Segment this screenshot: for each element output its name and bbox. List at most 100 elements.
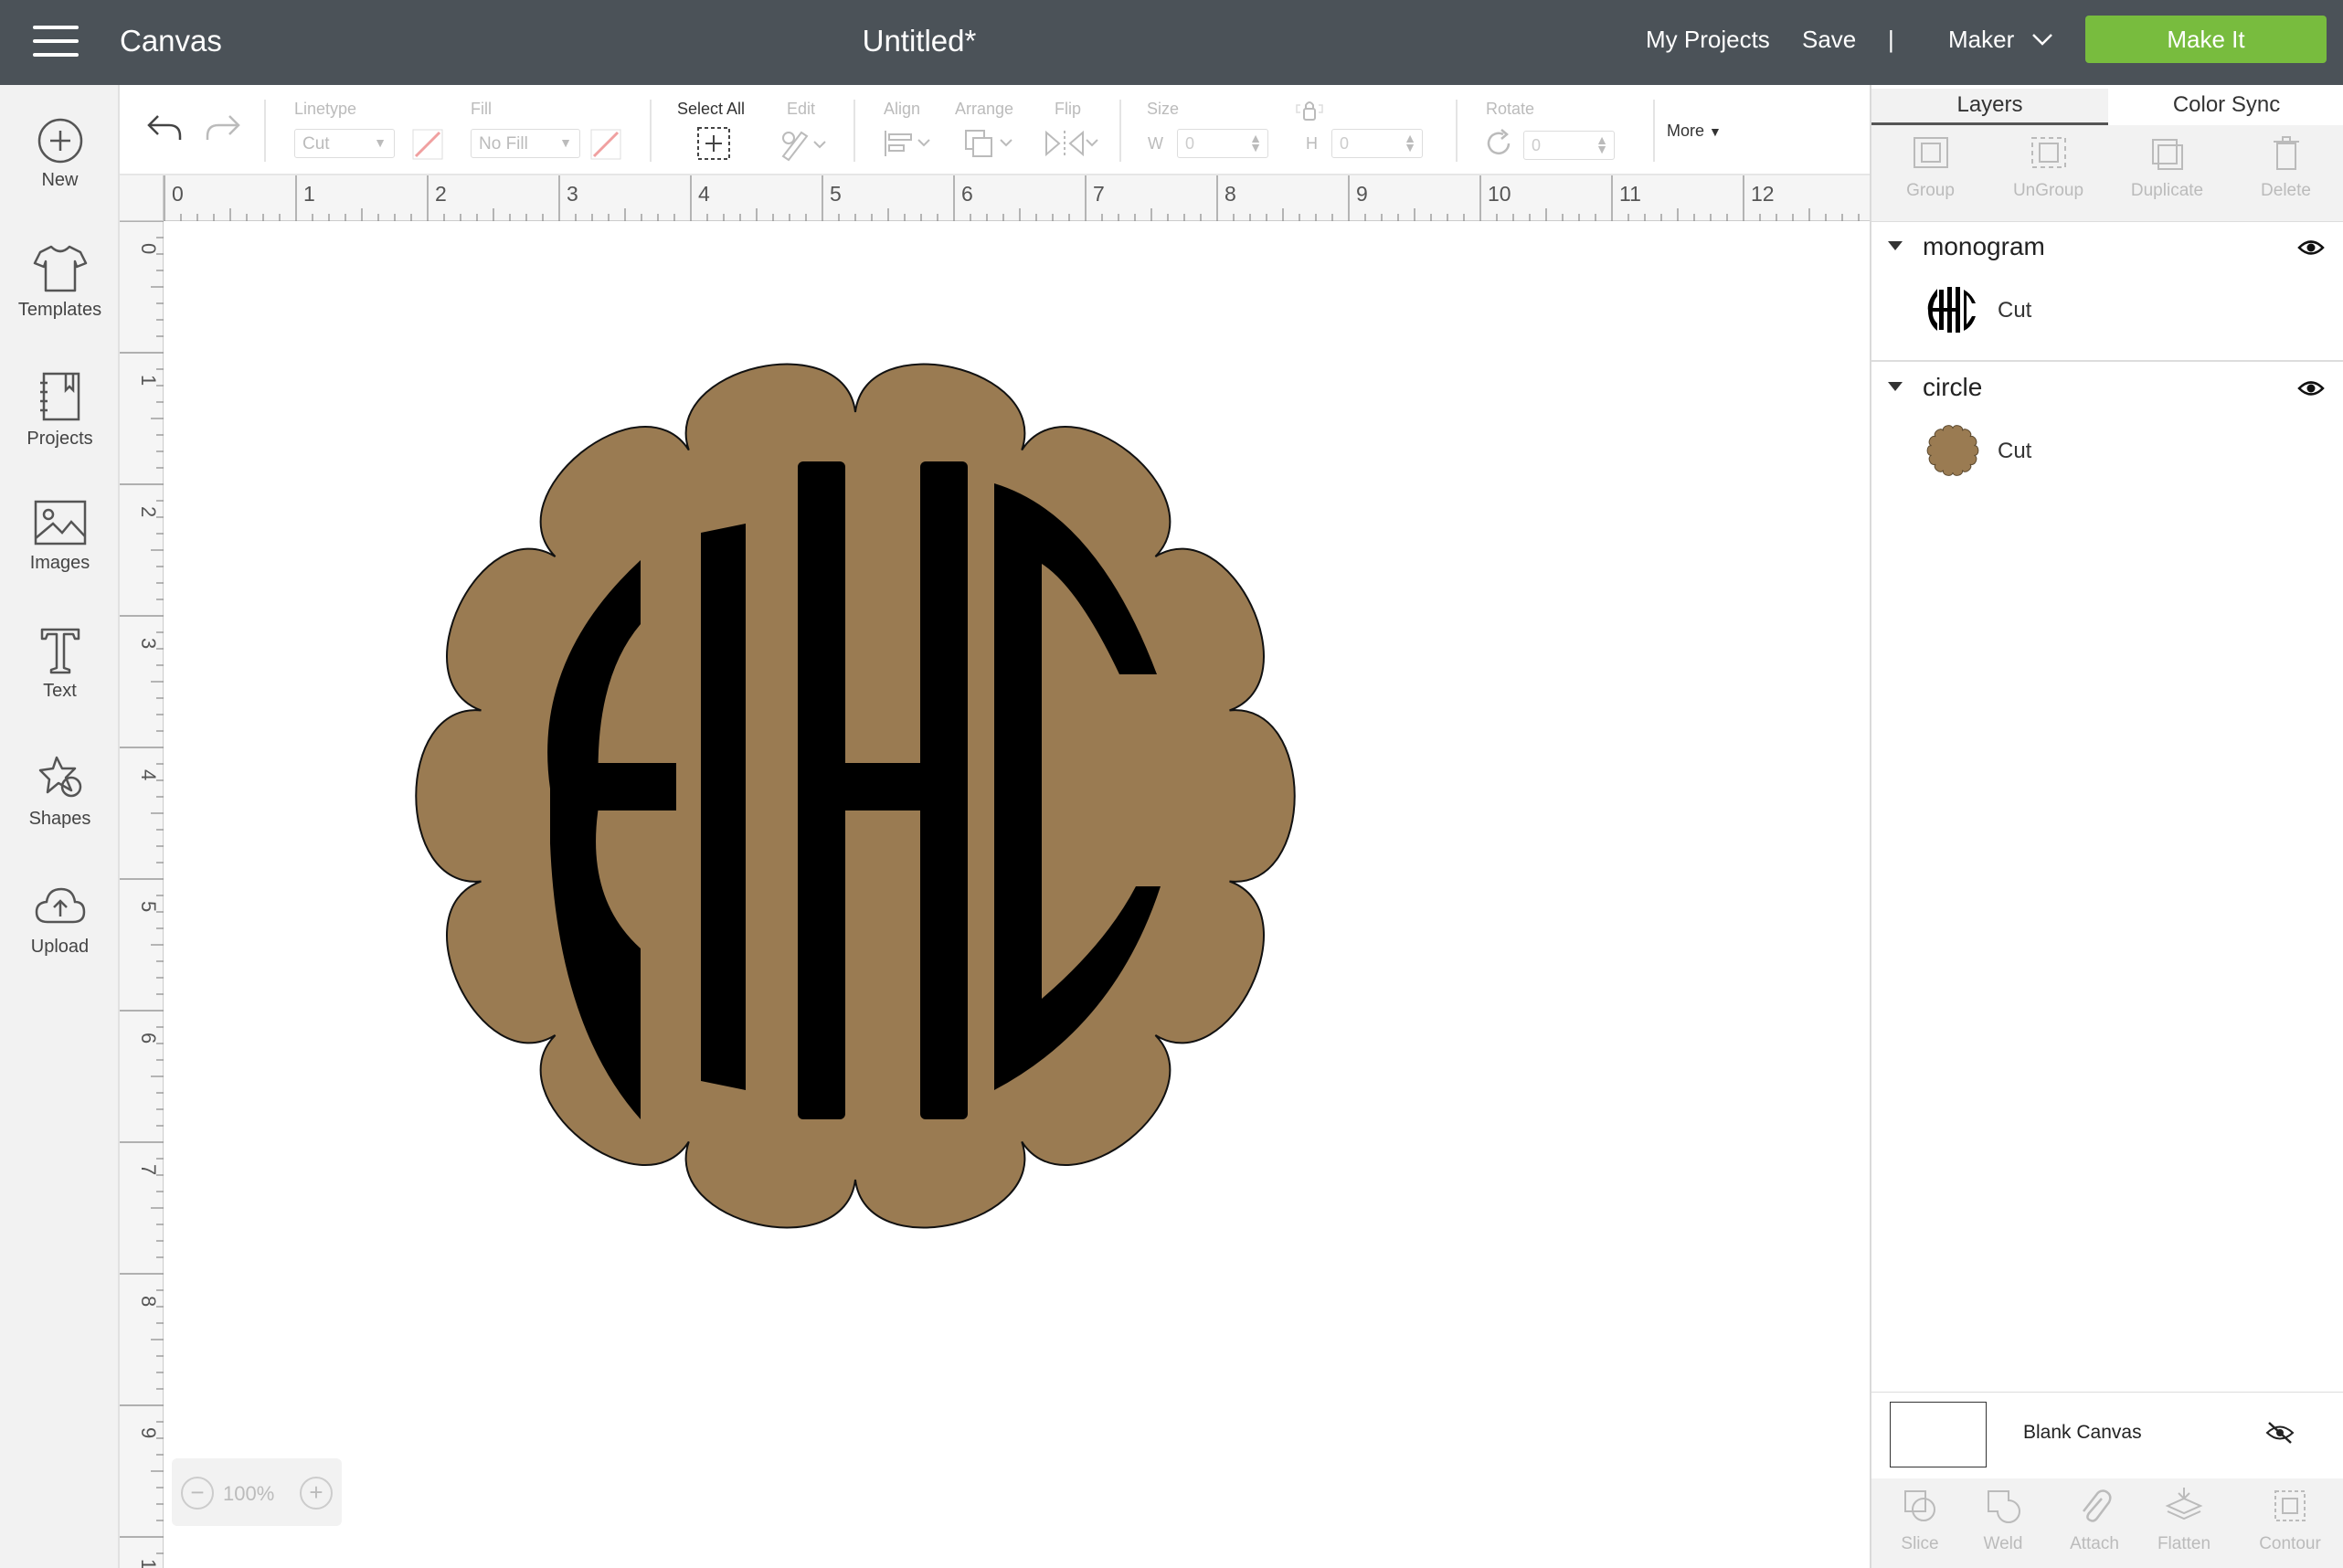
chevron-down-icon[interactable] — [2030, 27, 2054, 51]
flip-icon[interactable] — [1043, 127, 1101, 160]
weld-icon — [1988, 1490, 2020, 1523]
rotate-icon[interactable] — [1483, 127, 1516, 160]
more-label: More — [1667, 122, 1705, 140]
ruler-top-label: 9 — [1356, 182, 1368, 206]
contour-button[interactable]: Contour — [2246, 1478, 2334, 1554]
sidebar-item-upload[interactable]: Upload — [0, 882, 120, 991]
linetype-color-swatch[interactable] — [412, 129, 443, 160]
caret-down-icon[interactable] — [1888, 241, 1903, 250]
redo-icon[interactable] — [204, 111, 242, 143]
ruler-top-label: 4 — [698, 182, 710, 206]
blank-canvas-swatch[interactable] — [1890, 1402, 1987, 1467]
flatten-button[interactable]: Flatten — [2140, 1478, 2228, 1554]
tab-layers[interactable]: Layers — [1871, 89, 2108, 125]
ruler-top-label: 3 — [567, 182, 578, 206]
linetype-select[interactable]: Cut ▼ — [294, 129, 395, 158]
sidebar-item-text[interactable]: Text — [0, 626, 120, 736]
more-menu[interactable]: More ▼ — [1667, 122, 1722, 141]
height-value: 0 — [1340, 134, 1350, 153]
toolbar-divider — [264, 100, 266, 162]
slice-button[interactable]: Slice — [1876, 1478, 1964, 1554]
left-sidebar: New Templates Projects Images Text Shape… — [0, 85, 120, 1568]
layer-group-circle[interactable]: circle Cut — [1871, 364, 2343, 503]
tab-color-sync[interactable]: Color Sync — [2108, 89, 2343, 125]
sidebar-label: Shapes — [28, 809, 91, 829]
eye-icon[interactable] — [2297, 378, 2325, 398]
weld-button[interactable]: Weld — [1959, 1478, 2047, 1554]
undo-icon[interactable] — [145, 111, 184, 143]
paperclip-icon — [2083, 1489, 2112, 1522]
align-label: Align — [884, 100, 921, 118]
zoom-out-button[interactable]: − — [181, 1477, 214, 1510]
group-label: Group — [1906, 181, 1955, 200]
flatten-icon — [2165, 1488, 2203, 1520]
ungroup-button[interactable]: UnGroup — [1989, 125, 2107, 222]
save-link[interactable]: Save — [1802, 26, 1856, 54]
stepper-icon: ▲ ▼ — [1596, 132, 1608, 156]
text-t-icon — [40, 628, 80, 674]
ruler-left-label: 2 — [137, 506, 160, 517]
select-all-icon[interactable] — [695, 125, 732, 162]
sidebar-label: Text — [43, 681, 77, 701]
arrange-label: Arrange — [955, 100, 1014, 118]
sidebar-item-shapes[interactable]: Shapes — [0, 754, 120, 863]
circle-thumbnail — [1926, 425, 1979, 476]
duplicate-button[interactable]: Duplicate — [2108, 125, 2226, 222]
ruler-left-label: 7 — [137, 1164, 160, 1175]
sidebar-item-projects[interactable]: Projects — [0, 370, 120, 480]
ungroup-icon — [2030, 137, 2066, 168]
make-it-button[interactable]: Make It — [2085, 16, 2327, 63]
ruler-top-label: 11 — [1619, 182, 1641, 206]
sidebar-label: New — [41, 170, 79, 190]
group-button[interactable]: Group — [1871, 125, 1989, 222]
machine-selector[interactable]: Maker — [1948, 26, 2014, 54]
design-canvas[interactable] — [164, 222, 1870, 1568]
eye-hidden-icon[interactable] — [2264, 1420, 2295, 1446]
ruler-corner — [120, 175, 164, 221]
zoom-control: − 100% + — [172, 1458, 342, 1526]
trash-icon — [2273, 136, 2299, 170]
ruler-top-label: 12 — [1751, 182, 1775, 206]
lock-icon[interactable] — [1293, 98, 1326, 125]
rotate-value: 0 — [1532, 136, 1542, 154]
toolbar-divider — [1653, 100, 1655, 162]
my-projects-link[interactable]: My Projects — [1646, 26, 1770, 54]
zoom-in-button[interactable]: + — [300, 1477, 333, 1510]
edit-icon[interactable] — [778, 125, 829, 162]
document-title[interactable]: Untitled* — [0, 24, 1839, 58]
layer-name: monogram — [1923, 232, 2045, 260]
ruler-left-label: 9 — [137, 1427, 160, 1438]
plus-circle-icon — [37, 118, 82, 164]
header-divider: | — [1888, 26, 1894, 53]
fill-label: Fill — [471, 100, 492, 118]
ruler-left-label: 3 — [137, 638, 160, 649]
eye-icon[interactable] — [2297, 238, 2325, 258]
sidebar-item-templates[interactable]: Templates — [0, 243, 120, 353]
toolbar-divider — [1119, 100, 1121, 162]
ruler-left-ticks: 0 1 2 3 4 5 6 7 8 9 10 — [120, 221, 164, 1568]
arrange-icon[interactable] — [962, 127, 1017, 160]
ruler-top-label: 6 — [961, 182, 973, 206]
caret-down-icon[interactable] — [1888, 382, 1903, 391]
delete-button[interactable]: Delete — [2227, 125, 2343, 222]
ungroup-label: UnGroup — [2012, 181, 2084, 200]
sidebar-item-images[interactable]: Images — [0, 498, 120, 608]
layer-group-monogram[interactable]: monogram Cut — [1871, 223, 2343, 362]
rotate-input[interactable]: 0 ▲ ▼ — [1523, 131, 1615, 160]
duplicate-icon — [2151, 139, 2183, 170]
fill-color-swatch[interactable] — [590, 129, 621, 160]
blank-canvas-row[interactable]: Blank Canvas — [1871, 1392, 2343, 1483]
height-input[interactable]: 0 ▲ ▼ — [1331, 129, 1423, 158]
panel-tabs: Layers Color Sync — [1871, 85, 2343, 125]
sidebar-item-new[interactable]: New — [0, 117, 120, 227]
layer-linetype: Cut — [1998, 439, 2032, 463]
width-input[interactable]: 0 ▲ ▼ — [1177, 129, 1268, 158]
align-icon[interactable] — [882, 127, 933, 160]
attach-button[interactable]: Attach — [2051, 1478, 2138, 1554]
cloud-upload-icon — [35, 887, 85, 924]
edit-toolbar: Linetype Cut ▼ Fill No Fill ▼ Select All E… — [120, 85, 1870, 175]
monogram-thumbnail — [1927, 287, 1976, 333]
edit-label: Edit — [787, 100, 816, 118]
toolbar-divider — [853, 100, 855, 162]
fill-select[interactable]: No Fill ▼ — [471, 129, 580, 158]
